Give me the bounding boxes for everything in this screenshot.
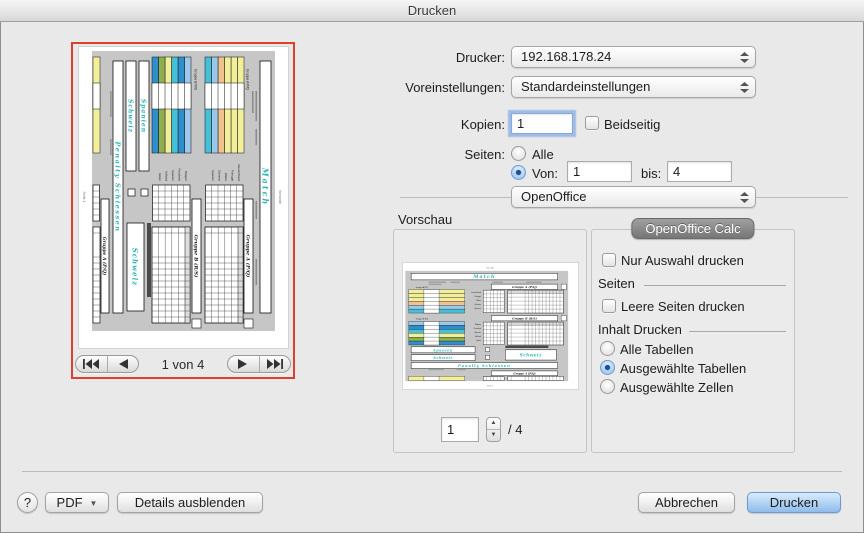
first-page-icon [82, 359, 100, 369]
previous-page-button[interactable] [107, 356, 139, 372]
print-selection-label: Nur Auswahl drucken [621, 253, 744, 268]
pages-to-label: bis: [641, 166, 661, 181]
preview-page-art [403, 263, 578, 389]
duplex-label: Beidseitig [604, 117, 660, 132]
pages-all-radio[interactable] [511, 146, 526, 161]
pages-from-input[interactable]: 1 [567, 161, 632, 182]
print-selection-checkbox[interactable] [602, 253, 616, 267]
all-tables-radio[interactable] [600, 341, 615, 356]
preview-page [403, 263, 578, 389]
preview-page-total: / 4 [508, 422, 522, 437]
pages-all-label: Alle [532, 147, 554, 162]
all-tables-label: Alle Tabellen [620, 342, 693, 357]
pages-from-radio[interactable] [511, 165, 526, 180]
stepper-down-icon[interactable]: ▼ [487, 429, 500, 440]
preview-page-input[interactable]: 1 [441, 417, 479, 442]
duplex-checkbox[interactable] [585, 116, 599, 130]
next-page-icon [237, 359, 249, 369]
pdf-menu-button[interactable]: PDF ▼ [45, 492, 109, 513]
presets-value: Standardeinstellungen [521, 79, 650, 94]
selected-tables-radio[interactable] [600, 360, 615, 375]
content-section-label: Inhalt Drucken [598, 322, 682, 337]
selected-cells-label: Ausgewählte Zellen [620, 380, 733, 395]
calc-groupbox-title: OpenOffice Calc [631, 218, 754, 239]
last-page-button[interactable] [259, 356, 291, 372]
pdf-label: PDF [57, 495, 83, 510]
help-button[interactable]: ? [17, 492, 38, 513]
copies-label: Kopien: [330, 117, 505, 132]
preview-panel: 1 ▲ ▼ / 4 [393, 229, 587, 453]
cancel-button[interactable]: Abbrechen [638, 492, 735, 513]
cancel-label: Abbrechen [655, 495, 718, 510]
thumbnail-page [79, 47, 288, 348]
pages-section-line [644, 285, 786, 286]
page-status: 1 von 4 [139, 357, 227, 372]
pages-to-input[interactable]: 4 [667, 161, 732, 182]
print-dialog: Drucken 1 von 4 Drucker: 192.168.178.24 … [0, 0, 864, 533]
content-section-line [689, 331, 786, 332]
print-empty-pages-label: Leere Seiten drucken [621, 299, 745, 314]
previous-page-icon [117, 359, 129, 369]
stepper-up-icon[interactable]: ▲ [487, 418, 500, 429]
last-page-icon [266, 359, 284, 369]
popup-arrows-icon [740, 82, 749, 93]
printer-value: 192.168.178.24 [521, 49, 611, 64]
printer-label: Drucker: [330, 50, 505, 65]
nav-forward-segment [227, 355, 291, 373]
pages-section-label: Seiten [598, 276, 635, 291]
printer-popup[interactable]: 192.168.178.24 [511, 46, 756, 68]
calc-options-groupbox: OpenOffice Calc Nur Auswahl drucken Seit… [591, 229, 795, 453]
preview-page-stepper[interactable]: ▲ ▼ [486, 417, 501, 442]
title-bar: Drucken [0, 0, 864, 22]
popup-arrows-icon [740, 52, 749, 63]
selected-tables-label: Ausgewählte Tabellen [620, 361, 746, 376]
chevron-down-icon: ▼ [90, 494, 98, 513]
pages-label: Seiten: [330, 147, 505, 162]
selected-cells-radio[interactable] [600, 379, 615, 394]
nav-back-segment [75, 355, 139, 373]
print-empty-pages-checkbox[interactable] [602, 299, 616, 313]
print-label: Drucken [770, 495, 818, 510]
thumbnail-page-art [79, 47, 288, 348]
window-title: Drucken [408, 3, 456, 18]
presets-label: Voreinstellungen: [330, 80, 505, 95]
popup-arrows-icon [740, 192, 749, 203]
first-page-button[interactable] [76, 356, 107, 372]
hide-details-button[interactable]: Details ausblenden [117, 492, 263, 513]
app-section-popup[interactable]: OpenOffice [511, 186, 756, 208]
print-button[interactable]: Drucken [747, 492, 841, 513]
pages-from-label: Von: [532, 166, 558, 181]
presets-popup[interactable]: Standardeinstellungen [511, 76, 756, 98]
copies-input[interactable]: 1 [511, 113, 573, 134]
next-page-button[interactable] [228, 356, 259, 372]
footer-separator [22, 471, 842, 472]
app-section-value: OpenOffice [521, 189, 587, 204]
preview-panel-label: Vorschau [398, 212, 452, 227]
hide-details-label: Details ausblenden [135, 495, 246, 510]
help-icon: ? [24, 495, 31, 510]
